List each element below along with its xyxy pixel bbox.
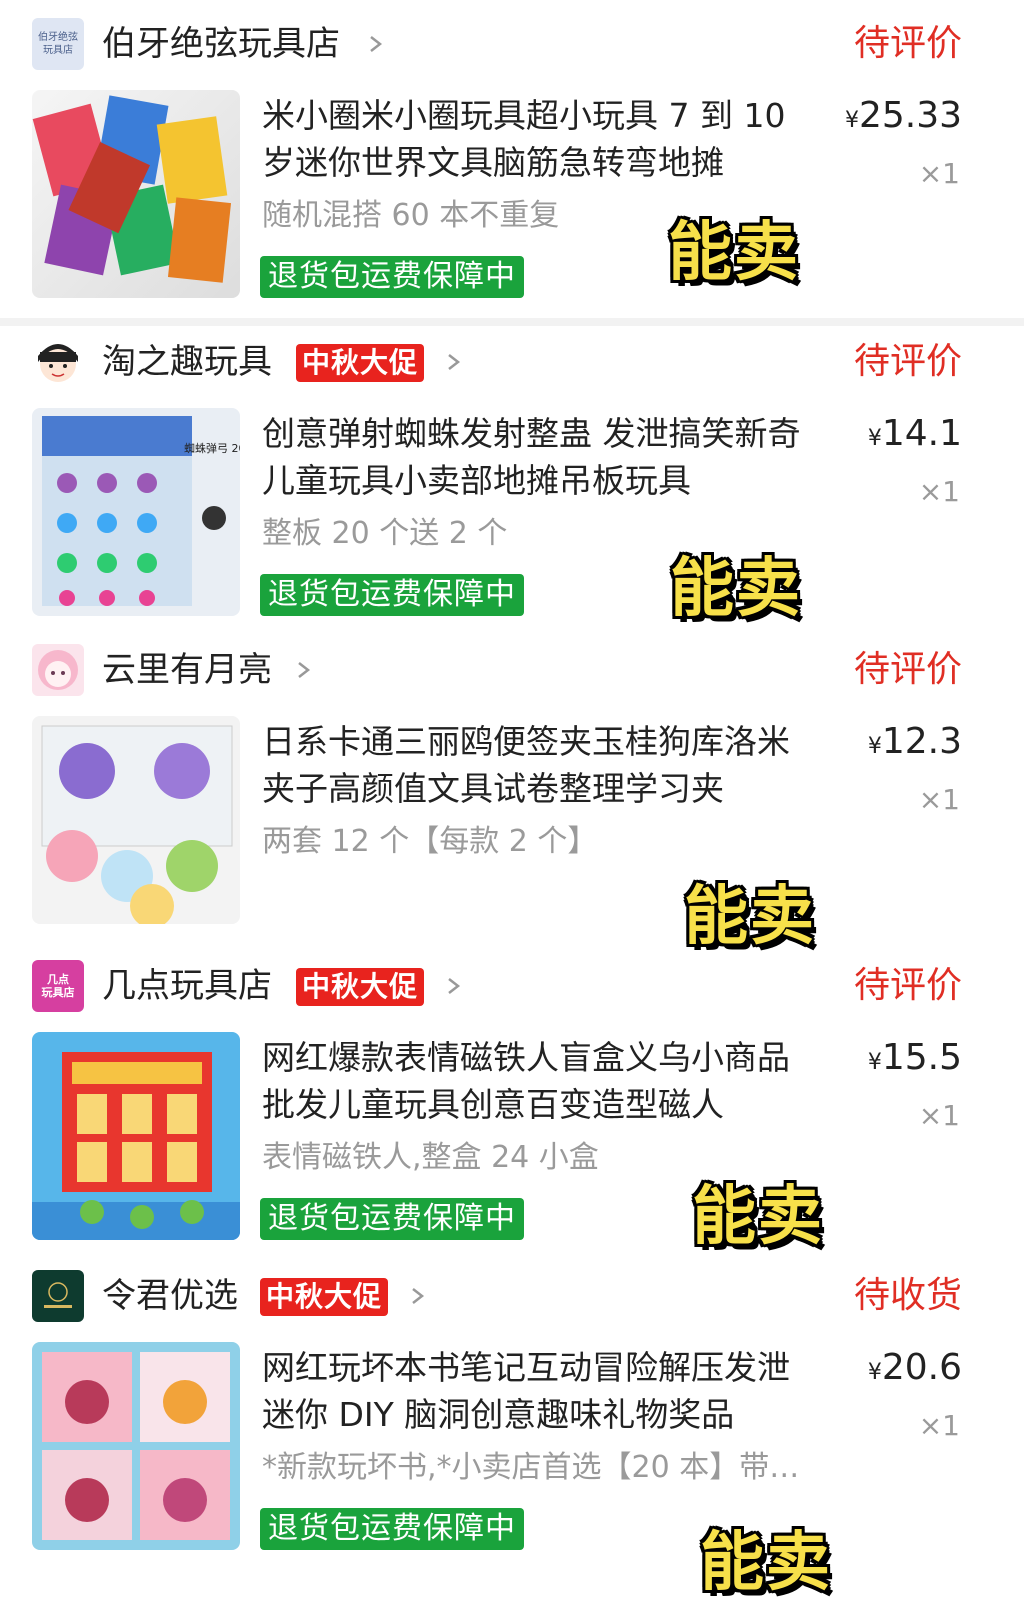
chevron-right-icon[interactable] [446,346,462,378]
overlay-can-sell: 能卖 [700,1526,832,1600]
product-title[interactable]: 日系卡通三丽鸥便签夹玉桂狗库洛米夹子高颜值文具试卷整理学习夹 [262,718,822,812]
promo-badge: 中秋大促 [296,344,425,382]
price-value: 14.1 [881,413,962,454]
shop-header[interactable]: 几点 玩具店 几点玩具店 中秋大促 待评价 [0,942,1024,1022]
shop-avatar[interactable] [32,644,84,696]
shop-name[interactable]: 伯牙绝弦玩具店 [102,18,340,70]
currency-symbol: ¥ [844,108,859,133]
price-value: 25.33 [858,95,962,136]
overlay-can-sell: 能卖 [670,552,802,626]
currency-symbol: ¥ [867,426,882,451]
currency-symbol: ¥ [867,1050,882,1075]
promo-badge: 中秋大促 [260,1278,389,1316]
order-status: 待评价 [853,965,962,1006]
product-title[interactable]: 米小圈米小圈玩具超小玩具 7 到 10 岁迷你世界文具脑筋急转弯地摊 [262,92,822,186]
product-price: ¥20.6 [868,1344,962,1397]
product-quantity: ×1 [918,1409,960,1442]
product-image[interactable] [32,716,240,924]
shop-header[interactable]: 令君优选 中秋大促 待收货 [0,1252,1024,1332]
order-card[interactable]: 伯牙绝弦 玩具店 伯牙绝弦玩具店 待评价 米小圈米小圈玩具超小玩具 7 到 10… [0,0,1024,318]
shop-header[interactable]: 伯牙绝弦 玩具店 伯牙绝弦玩具店 待评价 [0,0,1024,80]
product-quantity: ×1 [918,1099,960,1132]
shop-avatar[interactable]: 几点 玩具店 [32,960,84,1012]
shop-name[interactable]: 云里有月亮 [102,644,272,696]
order-status: 待评价 [853,341,962,382]
order-card[interactable]: 几点 玩具店 几点玩具店 中秋大促 待评价 网红爆款表情磁铁人盲盒义乌小商品批发… [0,942,1024,1252]
order-card[interactable]: 令君优选 中秋大促 待收货 网红玩坏本书笔记互动冒险解压发泄迷你 DIY 脑洞创… [0,1252,1024,1619]
price-value: 15.5 [881,1037,962,1078]
shipping-guarantee-badge: 退货包运费保障中 [260,1198,524,1240]
order-status: 待收货 [853,1275,962,1316]
chevron-right-icon[interactable] [446,970,462,1002]
shipping-guarantee-badge: 退货包运费保障中 [260,256,524,298]
shop-avatar[interactable]: 伯牙绝弦 玩具店 [32,18,84,70]
product-price: ¥12.3 [868,718,962,771]
order-card[interactable]: 云里有月亮 待评价 日系卡通三丽鸥便签夹玉桂狗库洛米夹子高颜值文具试卷整理学习夹… [0,626,1024,952]
product-quantity: ×1 [918,475,960,508]
product-price: ¥25.33 [845,92,962,145]
product-image[interactable] [32,1342,240,1550]
shop-avatar-text: 几点 玩具店 [41,973,75,999]
product-title[interactable]: 网红爆款表情磁铁人盲盒义乌小商品批发儿童玩具创意百变造型磁人 [262,1034,822,1128]
product-price: ¥14.1 [868,410,962,463]
order-status: 待评价 [853,23,962,64]
shipping-guarantee-badge: 退货包运费保障中 [260,1508,524,1550]
product-sku: 两套 12 个【每款 2 个】 [262,824,598,859]
product-image[interactable]: 蜘蛛弹弓 20pcs [32,408,240,616]
order-status: 待评价 [853,649,962,690]
product-price: ¥15.5 [868,1034,962,1087]
product-sku: 表情磁铁人,整盒 24 小盒 [262,1140,599,1175]
product-sku: 整板 20 个送 2 个 [262,516,508,551]
product-title[interactable]: 创意弹射蜘蛛发射整蛊 发泄搞笑新奇儿童玩具小卖部地摊吊板玩具 [262,410,822,504]
currency-symbol: ¥ [867,734,882,759]
price-value: 20.6 [881,1347,962,1388]
chevron-right-icon[interactable] [368,28,384,60]
shipping-guarantee-badge: 退货包运费保障中 [260,574,524,616]
overlay-can-sell: 能卖 [668,216,800,290]
product-title[interactable]: 网红玩坏本书笔记互动冒险解压发泄迷你 DIY 脑洞创意趣味礼物奖品 [262,1344,822,1438]
shop-name[interactable]: 淘之趣玩具 [102,336,272,388]
currency-symbol: ¥ [867,1360,882,1385]
shop-name[interactable]: 几点玩具店 [102,960,272,1012]
shop-avatar[interactable] [32,1270,84,1322]
shop-header[interactable]: 云里有月亮 待评价 [0,626,1024,706]
shop-avatar[interactable] [32,336,84,388]
shop-header[interactable]: 淘之趣玩具 中秋大促 待评价 [0,318,1024,398]
promo-badge: 中秋大促 [296,968,425,1006]
order-card[interactable]: 淘之趣玩具 中秋大促 待评价 蜘蛛弹弓 20pcs 创意弹射蜘蛛发射整蛊 发泄搞… [0,318,1024,628]
product-image[interactable] [32,90,240,298]
shop-name[interactable]: 令君优选 [102,1270,238,1322]
price-value: 12.3 [881,721,962,762]
thumb-label: 蜘蛛弹弓 20pcs [184,441,240,455]
overlay-can-sell: 能卖 [692,1180,824,1254]
product-quantity: ×1 [918,157,960,190]
chevron-right-icon[interactable] [296,654,312,686]
product-sku: *新款玩坏书,*小卖店首选【20 本】带… [262,1450,800,1485]
chevron-right-icon[interactable] [410,1280,426,1312]
product-quantity: ×1 [918,783,960,816]
product-image[interactable] [32,1032,240,1240]
shop-avatar-text: 伯牙绝弦 玩具店 [38,32,78,56]
